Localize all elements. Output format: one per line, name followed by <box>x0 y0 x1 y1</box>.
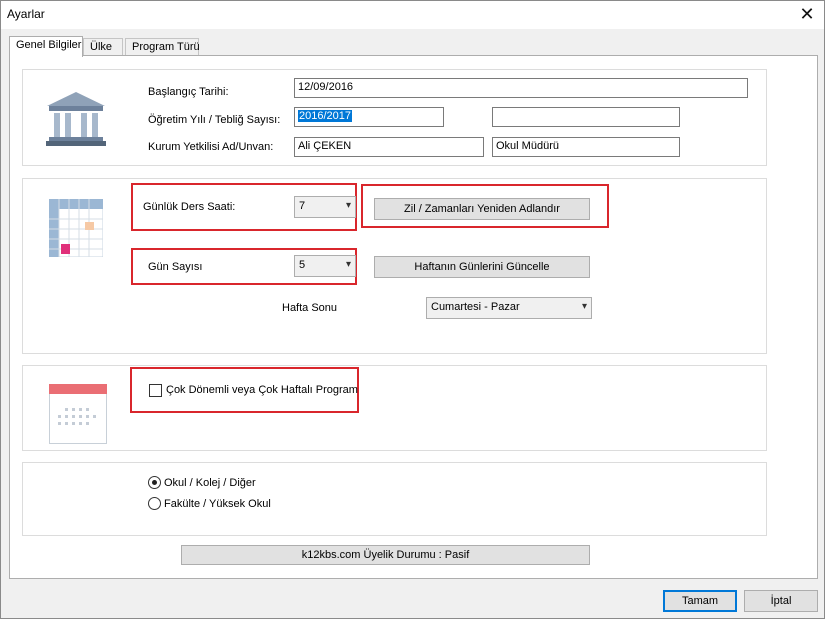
window-title: Ayarlar <box>7 7 45 21</box>
tab-general[interactable]: Genel Bilgiler <box>9 36 83 57</box>
official-name-field[interactable]: Ali ÇEKEN <box>294 137 484 157</box>
days-select[interactable]: 5 ▾ <box>294 255 356 277</box>
year-label: Öğretim Yılı / Tebliğ Sayısı: <box>148 114 281 126</box>
circular-number-field[interactable] <box>492 107 680 127</box>
update-weekdays-button[interactable]: Haftanın Günlerini Güncelle <box>374 256 590 278</box>
institution-type-group: Okul / Kolej / Diğer Fakülte / Yüksek Ok… <box>22 462 767 536</box>
general-info-group: Başlangıç Tarihi: 12/09/2016 Öğretim Yıl… <box>22 69 767 166</box>
start-date-label: Başlangıç Tarihi: <box>148 86 229 98</box>
membership-status: k12kbs.com Üyelik Durumu : Pasif <box>181 545 590 565</box>
multi-term-checkbox[interactable] <box>149 384 162 397</box>
cancel-button[interactable]: İptal <box>744 590 818 612</box>
tab-program-type[interactable]: Program Türü <box>125 38 200 56</box>
start-date-field[interactable]: 12/09/2016 <box>294 78 748 98</box>
chevron-down-icon: ▾ <box>581 301 587 312</box>
daily-hours-label: Günlük Ders Saati: <box>143 201 236 213</box>
title-bar: Ayarlar ✕ <box>1 1 824 29</box>
daily-hours-value: 7 <box>299 200 306 212</box>
year-field[interactable]: 2016/2017 <box>294 107 444 127</box>
days-label: Gün Sayısı <box>148 261 203 273</box>
daily-hours-select[interactable]: 7 ▾ <box>294 196 356 218</box>
timetable-icon <box>49 199 103 257</box>
settings-dialog: Ayarlar ✕ Genel Bilgiler Ülke Program Tü… <box>0 0 825 619</box>
chevron-down-icon: ▾ <box>345 200 351 211</box>
calendar-icon <box>49 384 107 444</box>
close-icon[interactable]: ✕ <box>796 3 818 25</box>
radio-faculty-label[interactable]: Fakülte / Yüksek Okul <box>164 498 271 510</box>
schedule-group: Günlük Ders Saati: 7 ▾ Zil / Zamanları Y… <box>22 178 767 354</box>
weekend-label: Hafta Sonu <box>282 302 338 314</box>
multi-term-group: Çok Dönemli veya Çok Haftalı Program <box>22 365 767 451</box>
weekend-value: Cumartesi - Pazar <box>431 301 520 313</box>
tab-country[interactable]: Ülke <box>83 38 123 56</box>
chevron-down-icon: ▾ <box>345 259 351 270</box>
radio-school-label[interactable]: Okul / Kolej / Diğer <box>164 477 256 489</box>
ok-button[interactable]: Tamam <box>663 590 737 612</box>
official-label: Kurum Yetkilisi Ad/Unvan: <box>148 141 274 153</box>
radio-faculty[interactable] <box>148 497 161 510</box>
days-value: 5 <box>299 259 306 271</box>
general-tab-panel: Başlangıç Tarihi: 12/09/2016 Öğretim Yıl… <box>9 55 818 579</box>
rename-bells-button[interactable]: Zil / Zamanları Yeniden Adlandır <box>374 198 590 220</box>
radio-school[interactable] <box>148 476 161 489</box>
year-field-selected-text: 2016/2017 <box>298 110 352 122</box>
weekend-select[interactable]: Cumartesi - Pazar ▾ <box>426 297 592 319</box>
multi-term-label[interactable]: Çok Dönemli veya Çok Haftalı Program <box>166 384 358 396</box>
official-title-field[interactable]: Okul Müdürü <box>492 137 680 157</box>
building-icon <box>46 92 106 146</box>
